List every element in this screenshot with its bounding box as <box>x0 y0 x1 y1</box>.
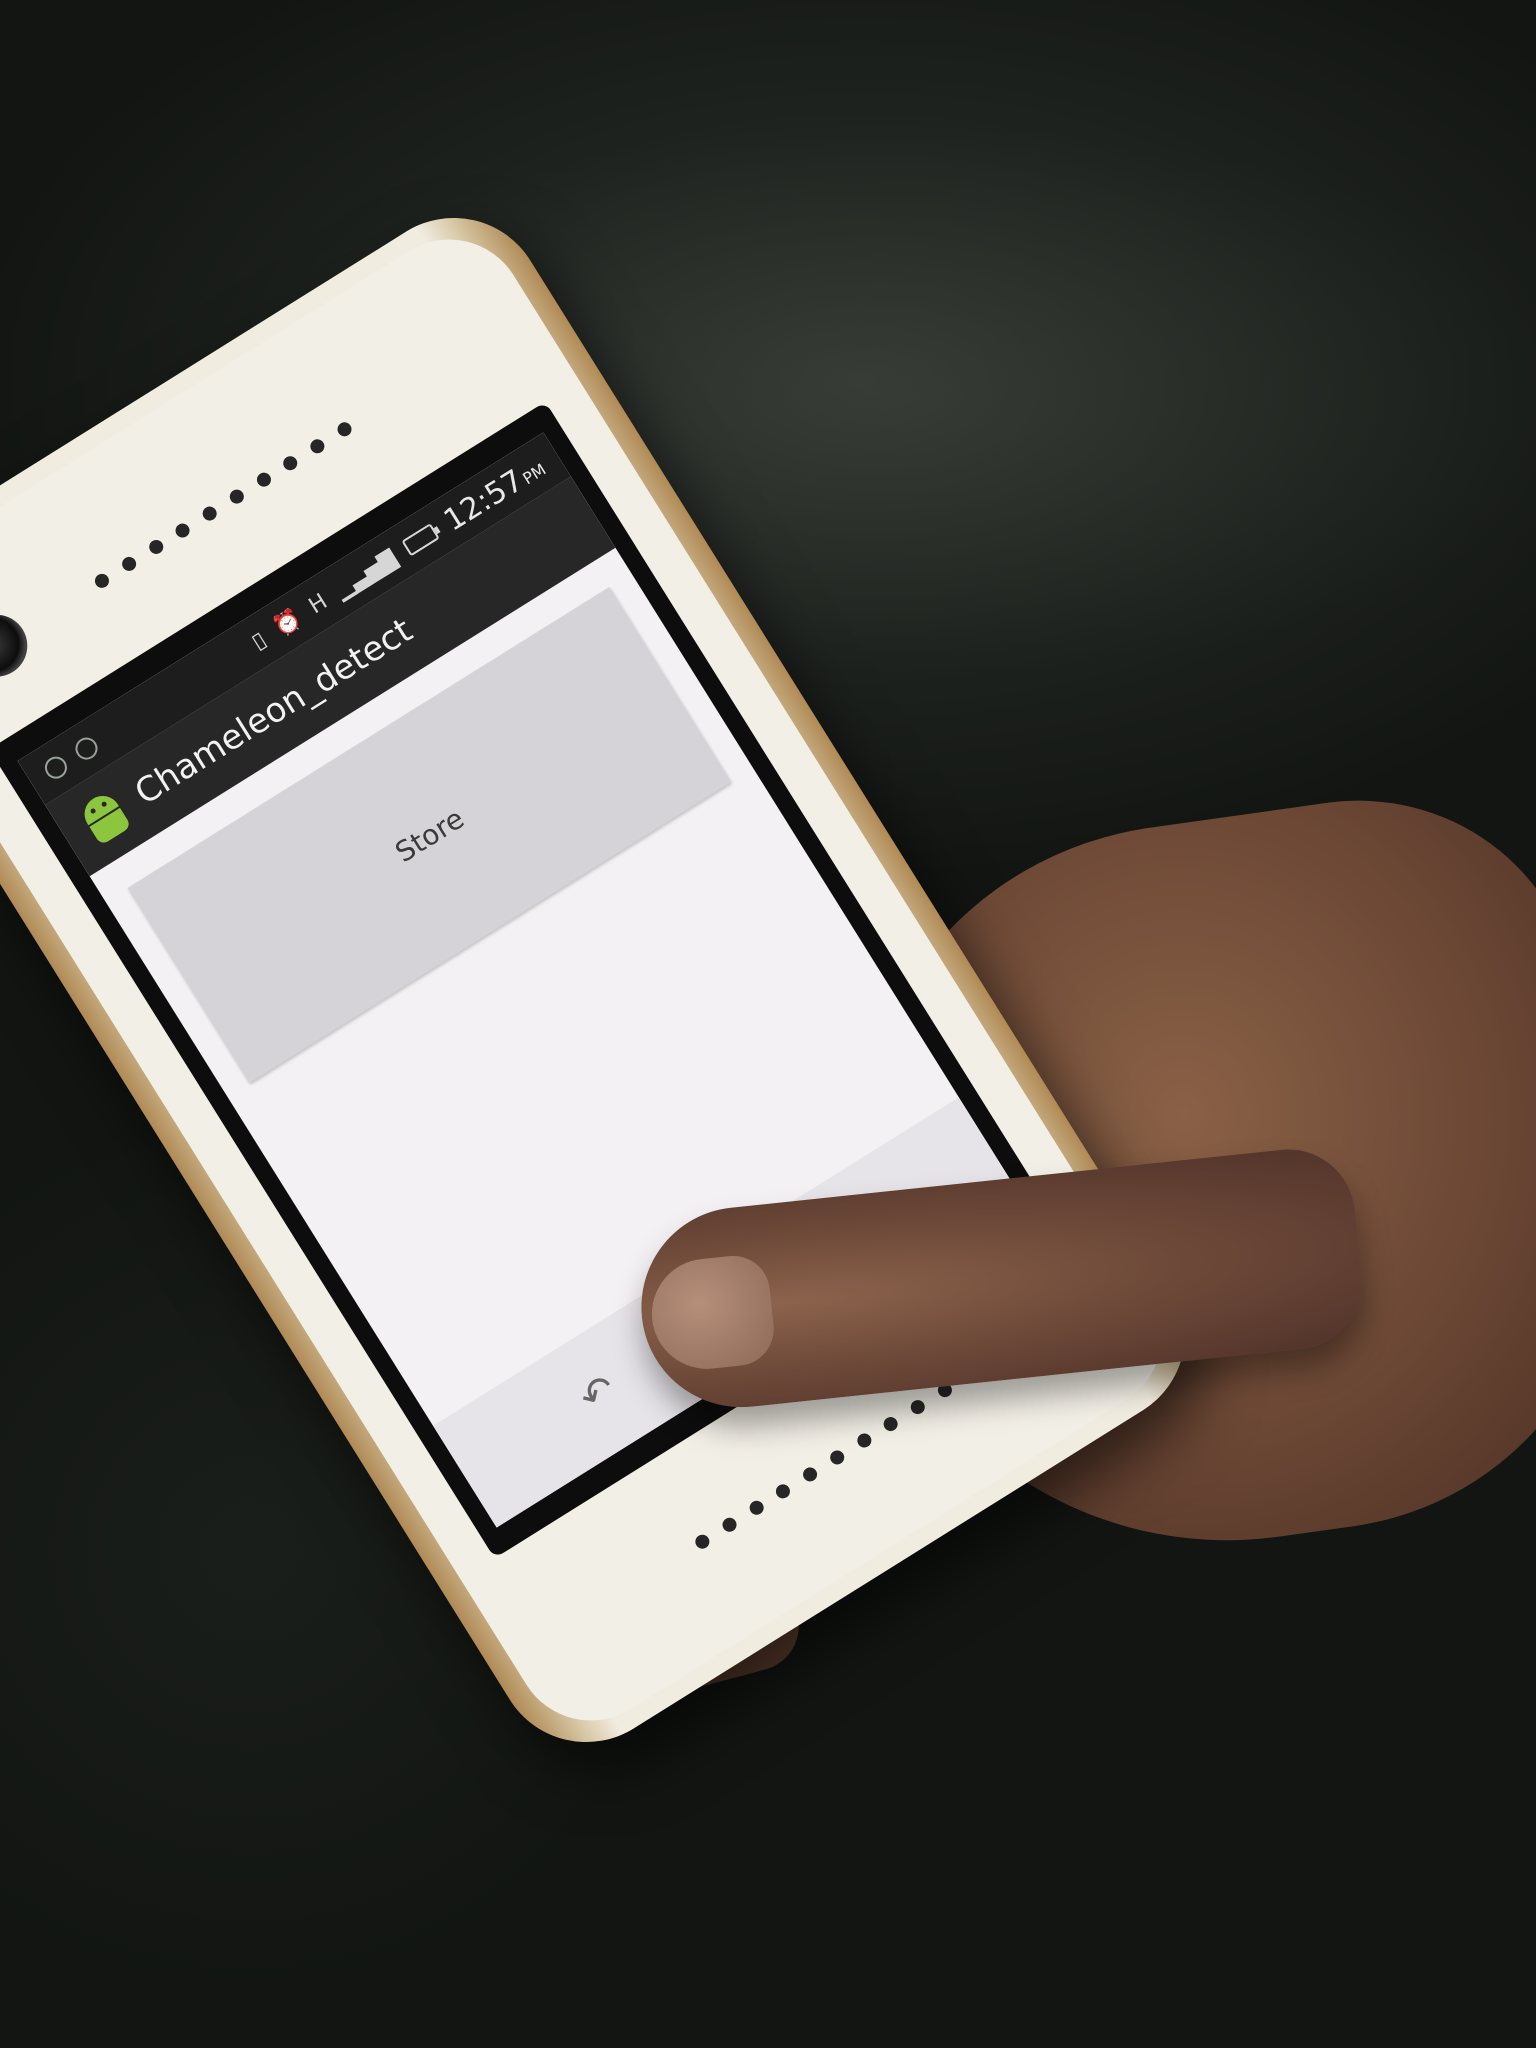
front-camera-icon <box>0 603 40 689</box>
thumb-nail <box>646 1252 778 1375</box>
alarm-icon: ⏰ <box>269 605 306 641</box>
back-icon[interactable]: ↶ <box>572 1365 625 1422</box>
photo-scene: ▯ ⏰ H ▁▃▅▇ 12:57PM Chameleon_detect Stor… <box>0 0 1536 2048</box>
android-icon <box>73 785 136 849</box>
battery-icon <box>401 523 440 557</box>
vibrate-icon: ▯ <box>247 626 271 655</box>
network-type: H <box>304 588 332 619</box>
notification-icon <box>71 733 102 764</box>
notification-icon <box>40 752 72 783</box>
